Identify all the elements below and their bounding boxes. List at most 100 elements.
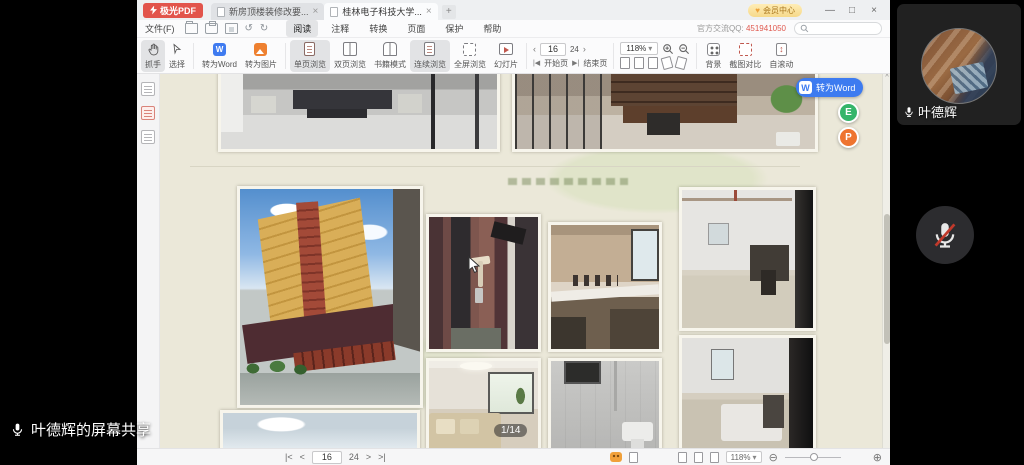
save-icon[interactable] — [225, 23, 238, 34]
select-tool-button[interactable]: 选择 — [165, 40, 189, 72]
convert-to-word-floating-button[interactable]: W 转为Word — [796, 78, 863, 97]
app-logo[interactable]: 极光PDF — [143, 3, 203, 18]
bookmarks-panel-icon[interactable] — [141, 130, 155, 144]
background-button[interactable]: 背景 — [701, 40, 725, 72]
close-button[interactable]: × — [866, 5, 882, 16]
thumbnails-panel-icon[interactable] — [141, 106, 155, 120]
last-page-icon[interactable]: ▶| — [572, 59, 579, 67]
qq-number: 451941050 — [746, 24, 786, 33]
screen-share-label: 叶德辉的屏幕共享 — [10, 419, 151, 440]
start-page-label[interactable]: 开始页 — [544, 58, 568, 69]
menu-tab-convert[interactable]: 转换 — [362, 20, 394, 37]
grab-tool-button[interactable]: 抓手 — [141, 40, 165, 72]
close-tab-icon[interactable]: × — [313, 6, 319, 17]
photo-shape — [761, 270, 777, 295]
zoom-slider[interactable] — [785, 457, 841, 458]
open-folder-icon[interactable] — [185, 23, 198, 34]
double-page-view-button[interactable]: 双页浏览 — [330, 40, 370, 72]
scrollbar-thumb[interactable] — [884, 214, 890, 344]
document-tab-2[interactable]: 桂林电子科技大学... × — [324, 3, 437, 20]
redo-icon[interactable]: ↻ — [260, 23, 268, 34]
microphone-muted-button[interactable] — [916, 206, 974, 264]
page-tool-icon[interactable] — [620, 57, 630, 69]
next-page-button[interactable]: > — [366, 452, 371, 462]
page-tool-icon[interactable] — [634, 57, 644, 69]
photo-shape — [734, 190, 737, 201]
menu-file[interactable]: 文件(F) — [145, 22, 175, 35]
zoom-level-select[interactable]: 118% ▾ — [726, 451, 762, 463]
first-page-button[interactable]: |< — [285, 452, 293, 462]
zoom-out-button[interactable]: ⊖ — [769, 451, 778, 464]
page-number-input[interactable]: 16 — [540, 43, 566, 56]
photo-showroom — [218, 74, 500, 152]
zoom-level-select[interactable]: 118% ▾ — [620, 42, 658, 55]
minimize-button[interactable]: — — [822, 5, 838, 16]
zoom-slider-knob[interactable] — [810, 453, 818, 461]
book-mode-button[interactable]: 书籍模式 — [370, 40, 410, 72]
outline-panel-icon[interactable] — [141, 82, 155, 96]
continuous-view-icon[interactable] — [710, 452, 719, 463]
cursor-icon — [171, 42, 183, 57]
last-page-button[interactable]: >| — [378, 452, 386, 462]
document-tab-1[interactable]: 新房顶楼装修改要... × — [211, 3, 324, 20]
book-icon — [383, 42, 397, 57]
convert-to-image-button[interactable]: 转为图片 — [241, 40, 281, 72]
auto-scroll-button[interactable]: ↕ 自滚动 — [765, 40, 797, 72]
close-tab-icon[interactable]: × — [426, 6, 432, 17]
photo-shape — [763, 395, 784, 428]
fullscreen-view-button[interactable]: 全屏浏览 — [450, 40, 490, 72]
page-tool-icon[interactable] — [648, 57, 658, 69]
menu-tab-annotate[interactable]: 注释 — [324, 20, 356, 37]
search-input[interactable] — [794, 22, 882, 35]
first-page-icon[interactable]: |◀ — [533, 59, 540, 67]
photo-bathroom — [548, 358, 662, 448]
maximize-button[interactable]: □ — [844, 5, 860, 16]
page-info-icon[interactable] — [629, 452, 638, 463]
member-center-label: 会员中心 — [763, 5, 795, 16]
menu-tab-help[interactable]: 帮助 — [476, 20, 508, 37]
vertical-scrollbar[interactable]: ^ — [882, 74, 890, 448]
scroll-up-arrow[interactable]: ^ — [883, 74, 890, 81]
participant-video-tile[interactable]: 叶德辉 — [897, 4, 1021, 125]
undo-icon[interactable]: ↺ — [245, 23, 253, 34]
single-page-view-button[interactable]: 单页浏览 — [290, 40, 330, 72]
chevron-down-icon: ▾ — [648, 44, 652, 53]
new-tab-button[interactable]: + — [442, 5, 456, 19]
print-icon[interactable] — [205, 23, 218, 34]
rotate-left-icon[interactable] — [661, 56, 674, 70]
photo-kitchen — [548, 222, 662, 352]
end-page-label[interactable]: 结束页 — [583, 58, 607, 69]
single-page-view-icon[interactable] — [678, 452, 687, 463]
previous-page-button[interactable]: < — [300, 452, 305, 462]
double-page-view-icon[interactable] — [694, 452, 703, 463]
photo-room-bed — [679, 335, 816, 448]
assistant-icon[interactable] — [610, 452, 622, 462]
pdf-viewer[interactable]: 1/14 W 转为Word E P ^ — [160, 74, 890, 448]
photo-shape — [475, 288, 484, 303]
menu-tab-protect[interactable]: 保护 — [438, 20, 470, 37]
photo-shape — [795, 190, 813, 328]
official-qq-text: 官方交流QQ: 451941050 — [697, 23, 786, 34]
slideshow-label: 幻灯片 — [494, 59, 518, 70]
convert-to-word-button[interactable]: W 转为Word — [198, 40, 241, 72]
menu-tab-read[interactable]: 阅读 — [286, 20, 318, 37]
screenshot-compare-button[interactable]: 截图对比 — [725, 40, 765, 72]
photo-shape — [610, 309, 659, 349]
photo-shape — [622, 422, 652, 441]
previous-page-button[interactable]: ‹ — [533, 44, 536, 54]
rotate-right-icon[interactable] — [675, 56, 688, 70]
menu-tab-page[interactable]: 页面 — [400, 20, 432, 37]
slideshow-button[interactable]: 幻灯片 — [490, 40, 522, 72]
next-page-button[interactable]: › — [583, 44, 586, 54]
convert-to-ppt-floating-button[interactable]: P — [838, 127, 859, 148]
page-number-input[interactable]: 16 — [312, 451, 342, 464]
zoom-in-button[interactable]: ⊕ — [873, 451, 882, 464]
zoom-in-icon[interactable] — [662, 43, 674, 55]
photo-shape — [451, 328, 501, 349]
zoom-value: 118% — [731, 453, 751, 462]
member-center-button[interactable]: ♥ 会员中心 — [748, 4, 802, 17]
qq-label: 官方交流QQ: — [697, 24, 744, 33]
continuous-view-button[interactable]: 连续浏览 — [410, 40, 450, 72]
convert-to-excel-floating-button[interactable]: E — [838, 102, 859, 123]
zoom-out-icon[interactable] — [678, 43, 690, 55]
